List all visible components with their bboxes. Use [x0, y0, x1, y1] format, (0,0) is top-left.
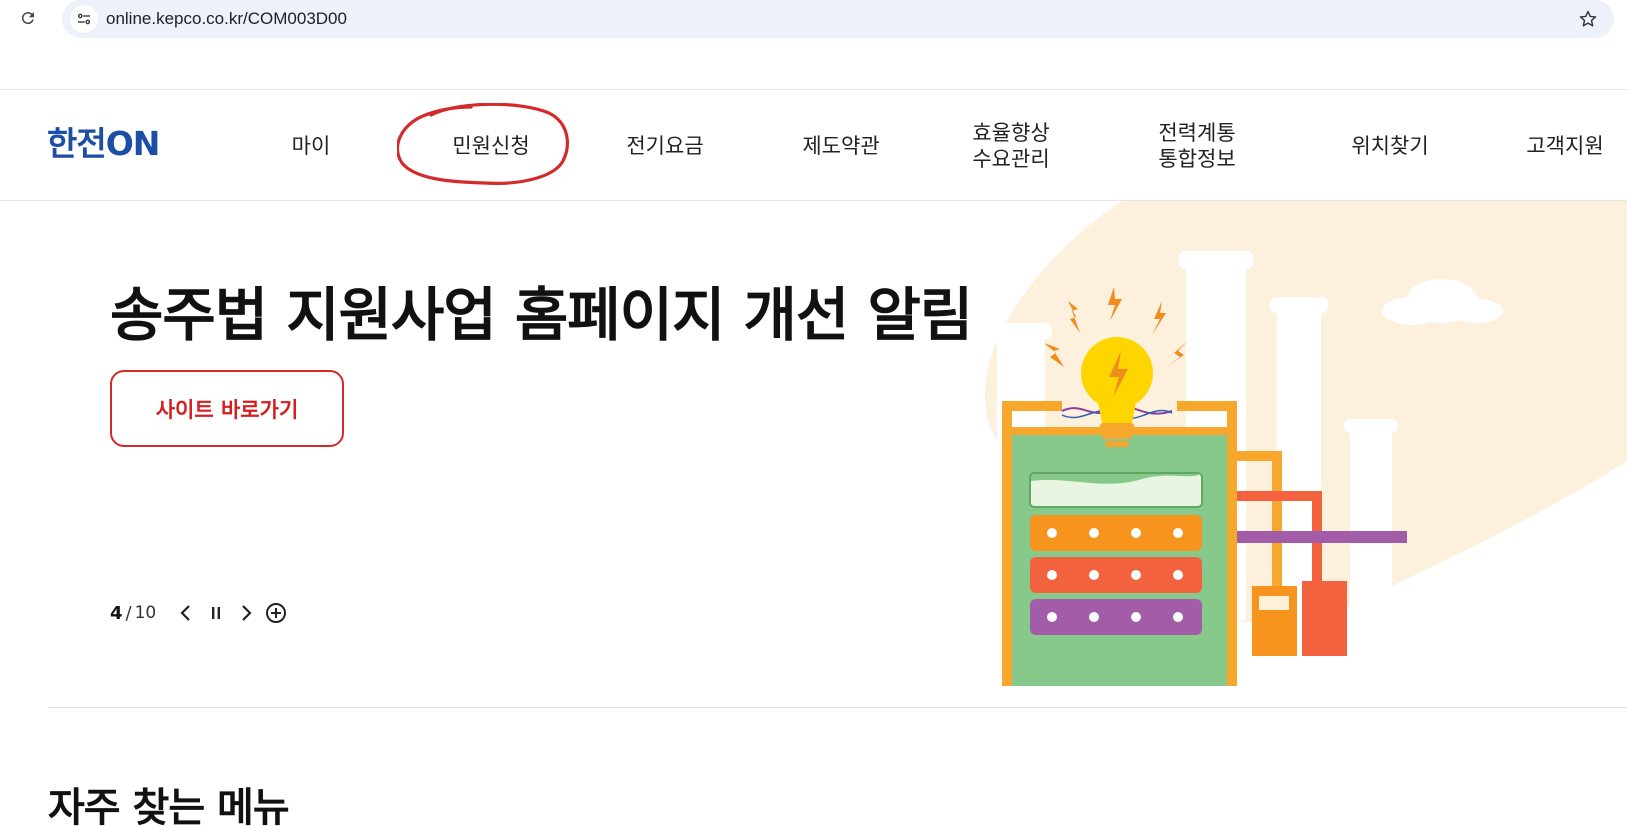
url-text[interactable]: online.kepco.co.kr/COM003D00: [106, 9, 347, 29]
chevron-left-icon[interactable]: [174, 601, 198, 625]
chevron-right-icon[interactable]: [234, 601, 258, 625]
nav-label-line1: 전력계통: [1158, 121, 1236, 145]
nav-label: 제도약관: [802, 134, 880, 158]
star-icon[interactable]: [1576, 7, 1600, 31]
browser-toolbar: online.kepco.co.kr/COM003D00: [0, 0, 1627, 40]
reload-icon[interactable]: [16, 6, 40, 30]
button-label: 사이트 바로가기: [155, 397, 299, 422]
power-plant-illustration: [972, 201, 1627, 686]
address-bar[interactable]: online.kepco.co.kr/COM003D00: [62, 0, 1614, 38]
logo-text: 한전ON: [47, 124, 160, 163]
kepco-on-logo[interactable]: 한전ON: [47, 124, 189, 164]
nav-label-line2: 수요관리: [972, 147, 1050, 171]
nav-efficiency-demand[interactable]: 효율향상 수요관리: [956, 118, 1066, 174]
nav-label: 마이: [291, 134, 331, 158]
nav-customer-support[interactable]: 고객지원: [1510, 118, 1620, 174]
hero-title: 송주법 지원사업 홈페이지 개선 알림: [110, 281, 973, 349]
nav-civil-application[interactable]: 민원신청: [436, 118, 546, 174]
section-divider: [48, 707, 1627, 708]
site-header: 한전ON 마이 민원신청 전기요금 제도약관 효율향상 수요관리 전력계통 통합…: [0, 89, 1627, 201]
slide-total: 10: [134, 603, 157, 623]
slide-separator: /: [125, 602, 132, 624]
slide-controls: 4 / 10: [110, 601, 288, 625]
nav-label: 민원신청: [452, 134, 530, 158]
plus-circle-icon[interactable]: [264, 601, 288, 625]
section-title: 자주 찾는 메뉴: [48, 785, 290, 826]
nav-my[interactable]: 마이: [266, 118, 356, 174]
tune-icon[interactable]: [70, 5, 98, 33]
nav-label: 고객지원: [1526, 134, 1604, 158]
pause-icon[interactable]: [204, 601, 228, 625]
nav-location[interactable]: 위치찾기: [1335, 118, 1445, 174]
nav-label: 위치찾기: [1351, 134, 1429, 158]
slide-current: 4: [110, 602, 123, 624]
nav-label-line2: 통합정보: [1158, 147, 1236, 171]
nav-terms[interactable]: 제도약관: [786, 118, 896, 174]
nav-label: 전기요금: [626, 134, 704, 158]
go-to-site-button[interactable]: 사이트 바로가기: [110, 370, 344, 447]
nav-electricity-rates[interactable]: 전기요금: [610, 118, 720, 174]
nav-grid-info[interactable]: 전력계통 통합정보: [1142, 118, 1252, 174]
nav-label-line1: 효율향상: [972, 121, 1050, 145]
